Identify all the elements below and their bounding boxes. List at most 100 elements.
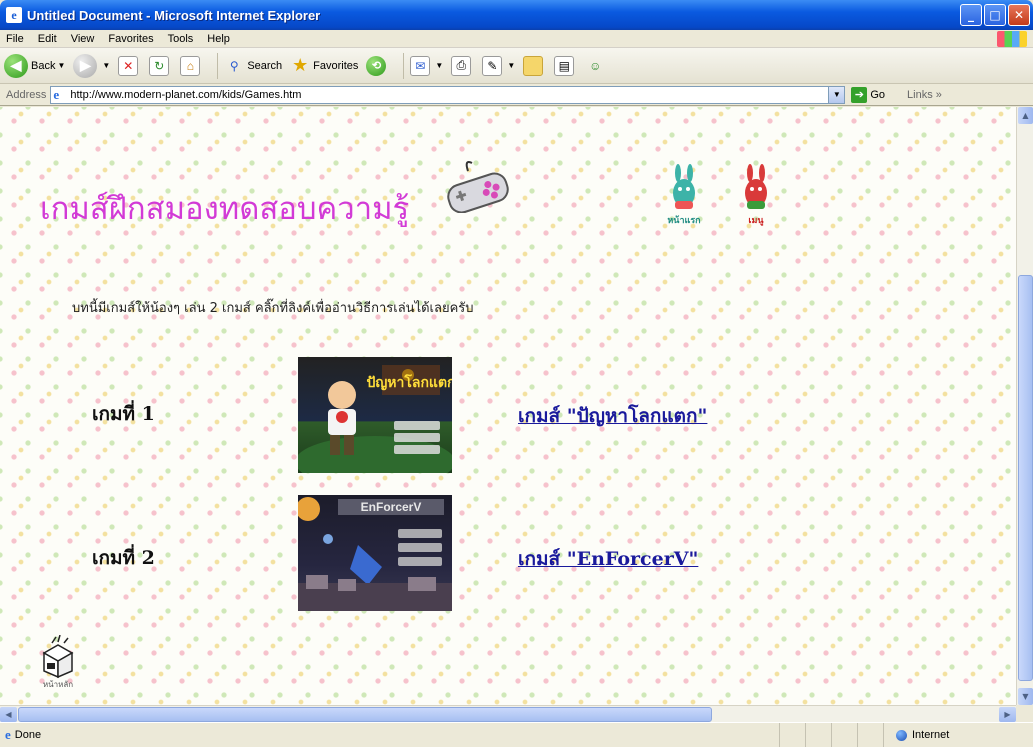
close-button[interactable]: ✕ — [1008, 4, 1030, 26]
home-icon: ⌂ — [180, 55, 201, 76]
back-arrow-icon: ◀ — [4, 53, 28, 78]
address-label: Address — [6, 88, 47, 101]
back-label: Back — [31, 59, 56, 72]
edit-button[interactable]: ✎ ▼ — [482, 55, 515, 76]
favorites-label: Favorites — [313, 59, 359, 72]
home-page-caption: หน้าหลัก — [42, 680, 74, 689]
maximize-button[interactable]: □ — [984, 4, 1006, 26]
menu-favorites[interactable]: Favorites — [108, 33, 153, 45]
history-button[interactable]: ⟲ — [366, 55, 389, 76]
go-label: Go — [870, 88, 886, 101]
title-bar: e Untitled Document - Microsoft Internet… — [0, 0, 1033, 30]
window-title: Untitled Document - Microsoft Internet E… — [27, 7, 321, 23]
scroll-up-icon[interactable]: ▲ — [1018, 107, 1033, 124]
red-bunny-icon — [745, 164, 767, 209]
address-input[interactable]: e http://www.modern-planet.com/kids/Game… — [50, 85, 846, 104]
dropdown-arrow-icon[interactable]: ▼ — [102, 61, 110, 70]
page-icon: e — [53, 86, 60, 102]
history-icon: ⟲ — [366, 55, 387, 76]
menu-help[interactable]: Help — [207, 33, 230, 45]
vertical-scrollbar[interactable]: ▲ ▼ — [1016, 107, 1033, 705]
toolbar-separator — [217, 52, 219, 79]
refresh-button[interactable]: ↻ — [149, 55, 172, 76]
page-body: เกมส์ฝึกสมองทดสอบความรู้ หน้าแรก เมนู บท… — [0, 107, 1016, 705]
edit-icon: ✎ — [482, 55, 503, 76]
status-bar: e Done Internet — [0, 722, 1033, 747]
forward-button[interactable]: ▶ ▼ — [73, 53, 110, 78]
home-button[interactable]: ⌂ — [180, 55, 203, 76]
dropdown-arrow-icon[interactable]: ▼ — [507, 61, 515, 70]
horizontal-scroll-thumb[interactable] — [18, 707, 712, 722]
status-panel — [779, 723, 805, 747]
menu-nav-caption: เมนู — [748, 216, 764, 226]
home-nav-caption: หน้าแรก — [667, 216, 701, 226]
gamepad-icon — [447, 161, 509, 213]
game-1-thumbnail-image: ปัญหาโลกแตก — [298, 365, 452, 473]
game-1-thumb-title: ปัญหาโลกแตก — [366, 373, 452, 391]
game-1-thumbnail[interactable]: ปัญหาโลกแตก — [298, 357, 452, 473]
status-left: e Done — [0, 727, 41, 743]
security-zone: Internet — [883, 723, 1033, 747]
back-button[interactable]: ◀ Back ▼ — [4, 53, 65, 78]
links-button[interactable]: Links » — [907, 89, 942, 101]
horizontal-scrollbar[interactable]: ◀ ▶ — [0, 705, 1016, 722]
game-2-label: เกมที่ 2 — [92, 547, 155, 569]
mail-button[interactable]: ✉ ▼ — [410, 55, 443, 76]
folder-button[interactable] — [523, 55, 546, 76]
print-button[interactable]: ⎙ — [451, 55, 474, 76]
refresh-icon: ↻ — [149, 55, 170, 76]
zone-label: Internet — [912, 729, 950, 741]
game-2-thumbnail-image: EnForcerV — [298, 497, 452, 611]
dropdown-arrow-icon[interactable]: ▼ — [435, 61, 443, 70]
folder-icon — [523, 55, 544, 76]
status-panel — [831, 723, 857, 747]
menu-file[interactable]: File — [6, 33, 24, 45]
home-nav-button[interactable]: หน้าแรก — [664, 163, 704, 227]
home-page-button[interactable]: หน้าหลัก — [38, 634, 78, 691]
stop-icon: ✕ — [118, 55, 139, 76]
favorites-button[interactable]: ★ Favorites — [290, 55, 359, 76]
go-arrow-icon: ➔ — [851, 86, 868, 103]
game-1-link[interactable]: เกมส์ "ปัญหาโลกแตก" — [518, 401, 707, 431]
status-panel — [857, 723, 883, 747]
game-1-label: เกมที่ 1 — [92, 403, 155, 425]
address-dropdown-icon[interactable]: ▼ — [828, 86, 845, 103]
toolbar: ◀ Back ▼ ▶ ▼ ✕ ↻ ⌂ ⚲ Search ★ Favorites … — [0, 48, 1033, 84]
vertical-scroll-thumb[interactable] — [1018, 275, 1033, 681]
home-box-icon — [42, 634, 74, 679]
intro-text: บทนี้มีเกมส์ให้น้องๆ เล่น 2 เกมส์ คลิ๊กท… — [72, 301, 474, 316]
menu-nav-button[interactable]: เมนู — [736, 163, 776, 227]
minimize-button[interactable]: _ — [960, 4, 982, 26]
menu-tools[interactable]: Tools — [168, 33, 194, 45]
go-button[interactable]: ➔ Go — [851, 86, 886, 103]
printer-icon: ⎙ — [451, 55, 472, 76]
messenger-button[interactable]: ☺ — [585, 56, 608, 76]
game-2-thumb-title: EnForcerV — [361, 500, 422, 514]
scrollbar-corner — [1016, 705, 1033, 722]
scroll-right-icon[interactable]: ▶ — [999, 707, 1016, 722]
messenger-icon: ☺ — [589, 58, 602, 73]
status-panels: Internet — [779, 723, 1033, 747]
address-bar: Address e http://www.modern-planet.com/k… — [0, 84, 1033, 106]
menu-view[interactable]: View — [71, 33, 95, 45]
game-2-link[interactable]: เกมส์ "EnForcerV" — [518, 544, 698, 574]
research-icon: ▤ — [554, 55, 575, 76]
dropdown-arrow-icon[interactable]: ▼ — [57, 61, 65, 70]
scroll-left-icon[interactable]: ◀ — [0, 707, 17, 722]
search-button[interactable]: ⚲ Search — [224, 56, 282, 76]
scroll-down-icon[interactable]: ▼ — [1018, 688, 1033, 705]
windows-logo-icon — [997, 31, 1027, 47]
window-controls: _ □ ✕ — [960, 4, 1030, 26]
teal-bunny-icon — [673, 164, 695, 209]
research-button[interactable]: ▤ — [554, 55, 577, 76]
address-url[interactable]: http://www.modern-planet.com/kids/Games.… — [70, 89, 301, 101]
search-icon: ⚲ — [229, 58, 239, 73]
ie-logo-icon: e — [6, 7, 22, 23]
status-panel — [805, 723, 831, 747]
menu-edit[interactable]: Edit — [38, 33, 57, 45]
mail-icon: ✉ — [410, 55, 431, 76]
game-2-thumbnail[interactable]: EnForcerV — [298, 495, 452, 611]
page-done-icon: e — [5, 727, 11, 742]
page-title: เกมส์ฝึกสมองทดสอบความรู้ — [40, 191, 410, 227]
stop-button[interactable]: ✕ — [118, 55, 141, 76]
